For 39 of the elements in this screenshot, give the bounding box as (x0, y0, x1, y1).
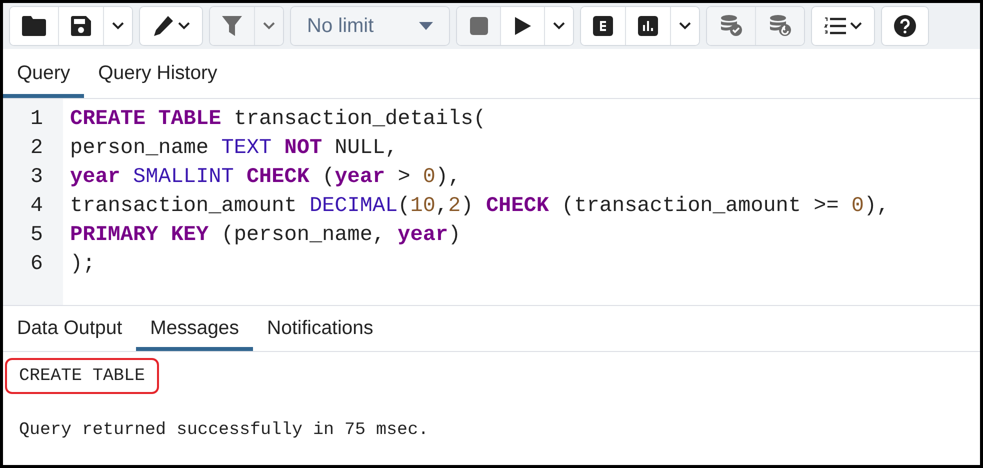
result-tab[interactable]: Notifications (253, 306, 388, 351)
bar-chart-icon (638, 16, 658, 36)
square-icon (470, 17, 488, 35)
folder-icon (22, 16, 46, 36)
database-undo-icon (768, 15, 792, 37)
line-number: 2 (29, 136, 44, 162)
code-editor[interactable] (3, 99, 980, 306)
code-line: year SMALLINT CHECK (year > 0), (70, 165, 462, 191)
funnel-icon (222, 16, 242, 36)
explain-button[interactable] (581, 7, 626, 45)
pencil-icon (152, 15, 174, 37)
line-number: 6 (29, 252, 44, 278)
highlighted-message: CREATE TABLE (5, 358, 160, 394)
letter-tile-icon (593, 16, 613, 36)
line-number: 1 (29, 107, 44, 133)
code-line: ); (70, 252, 96, 278)
chevron-down-icon (263, 22, 275, 30)
message-text: Query returned successfully in 75 msec. (18, 419, 430, 442)
numbered-list-icon (824, 17, 846, 35)
chevron-down-icon (553, 22, 565, 30)
code-line: person_name TEXT NOT NULL, (70, 136, 399, 162)
editor-tab[interactable]: Query History (84, 49, 232, 98)
code-line: transaction_amount DECIMAL(10,2) CHECK (transaction_amount >= 0), (70, 194, 890, 220)
result-tab[interactable]: Data Output (3, 306, 136, 351)
help-icon (894, 15, 916, 37)
play-icon (514, 17, 530, 35)
chevron-down-icon (850, 22, 862, 30)
chevron-down-icon (679, 22, 691, 30)
code-line: PRIMARY KEY (person_name, year) (70, 223, 462, 249)
result-tab[interactable]: Messages (136, 306, 254, 351)
code-line: CREATE TABLE transaction_details( (70, 107, 487, 133)
line-number: 3 (29, 165, 44, 191)
database-check-icon (719, 15, 743, 37)
line-number: 5 (29, 223, 44, 249)
open-file-button[interactable] (10, 7, 59, 45)
chevron-down-icon (112, 22, 124, 30)
line-number: 4 (29, 194, 44, 220)
chevron-down-icon (178, 22, 190, 30)
caret-icon (419, 22, 433, 30)
